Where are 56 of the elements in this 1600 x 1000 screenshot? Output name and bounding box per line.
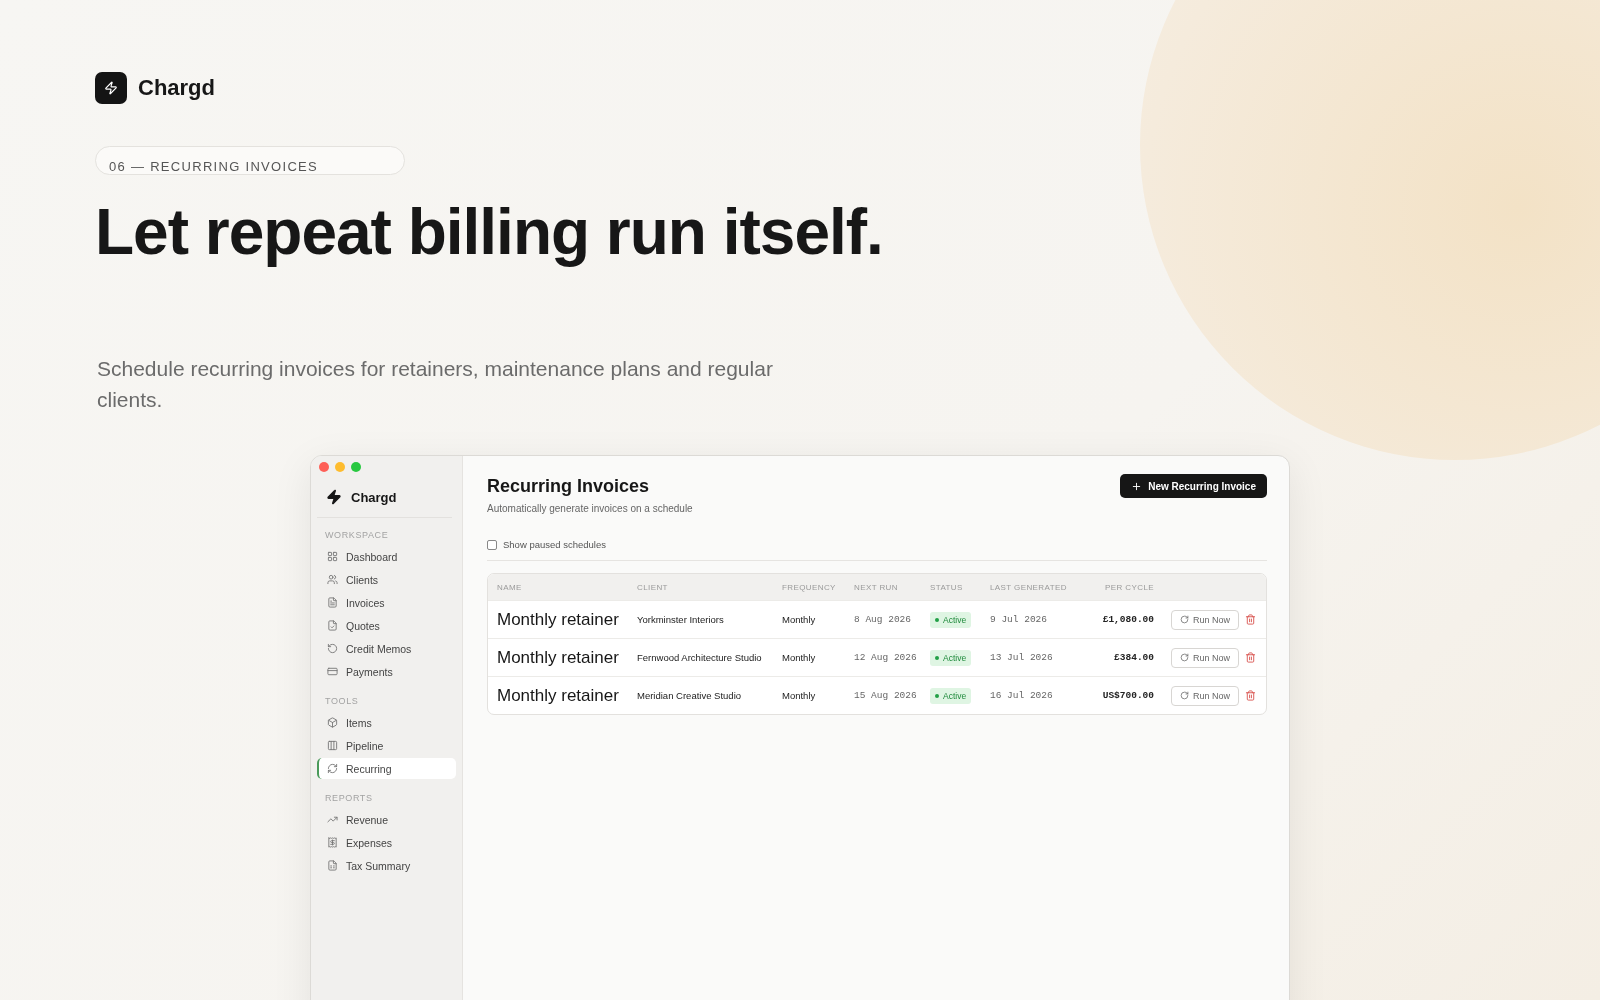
column-header: CLIENT bbox=[637, 582, 669, 592]
table-cell-text: 15 Aug 2026 bbox=[854, 690, 918, 702]
sidebar-item[interactable]: Pipeline bbox=[317, 735, 456, 757]
table-cell-text: Monthly retainer bbox=[497, 609, 620, 630]
run-now-button[interactable]: Run Now bbox=[1171, 685, 1239, 706]
sidebar-item[interactable]: Dashboard bbox=[317, 546, 456, 568]
column-header: FREQUENCY bbox=[782, 582, 837, 592]
column-header: LAST GENERATED bbox=[990, 582, 1068, 592]
sidebar-item[interactable]: Credit Memos bbox=[317, 638, 456, 660]
table-cell-text: Meridian Creative Studio bbox=[637, 690, 743, 702]
sidebar-item[interactable]: Tax Summary bbox=[317, 855, 456, 877]
status-badge: Active bbox=[930, 687, 972, 704]
paused-filter[interactable]: Show paused schedules bbox=[487, 539, 1267, 562]
table-cell-text: Monthly retainer bbox=[497, 647, 620, 668]
section-title: REPORTS bbox=[324, 792, 374, 806]
run-now-button[interactable]: Run Now bbox=[1171, 647, 1239, 668]
table-cell-text: 13 Jul 2026 bbox=[990, 652, 1054, 664]
section-title: WORKSPACE bbox=[324, 529, 390, 543]
table-cell-text: 12 Aug 2026 bbox=[854, 652, 918, 664]
column-header: NEXT RUN bbox=[854, 582, 899, 592]
table-cell-text: £384.00 bbox=[1113, 652, 1154, 664]
table-cell-text: Monthly bbox=[782, 614, 817, 626]
table-cell-text: 16 Jul 2026 bbox=[990, 690, 1054, 702]
brand-name: Chargd bbox=[138, 75, 215, 101]
column-header: PER CYCLE bbox=[1104, 582, 1154, 592]
table-cell-text: Yorkminster Interiors bbox=[637, 614, 725, 626]
column-header: NAME bbox=[497, 582, 523, 592]
sidebar-item[interactable]: Invoices bbox=[317, 592, 456, 614]
status-badge: Active bbox=[930, 611, 972, 628]
sidebar-item[interactable]: Payments bbox=[317, 661, 456, 683]
subtitle: Schedule recurring invoices for retainers, maintenance plans and regular clients. bbox=[97, 356, 774, 414]
sidebar-item[interactable]: Quotes bbox=[317, 615, 456, 637]
section-pill: 06 — RECURRING INVOICES bbox=[95, 146, 405, 175]
section-title: TOOLS bbox=[324, 695, 360, 709]
sidebar-item[interactable]: Revenue bbox=[317, 809, 456, 831]
sidebar-item[interactable]: Clients bbox=[317, 569, 456, 591]
table-cell-text: Monthly bbox=[782, 690, 817, 702]
table-cell-text: £1,080.00 bbox=[1101, 614, 1154, 626]
table-cell-text: 8 Aug 2026 bbox=[854, 614, 912, 626]
table-cell-text: Monthly bbox=[782, 652, 817, 664]
headline: Let repeat billing run itself. bbox=[95, 197, 883, 268]
page-subtitle: Automatically generate invoices on a schedule bbox=[487, 503, 693, 515]
table-cell-text: Monthly retainer bbox=[497, 685, 620, 706]
table-cell-text: 9 Jul 2026 bbox=[990, 614, 1048, 626]
sidebar-item[interactable]: Items bbox=[317, 712, 456, 734]
status-badge: Active bbox=[930, 649, 972, 666]
table-cell-text: US$700.00 bbox=[1101, 690, 1154, 702]
sidebar-brand: Chargd bbox=[351, 489, 397, 505]
table-cell-text: Fernwood Architecture Studio bbox=[637, 652, 763, 664]
column-header: STATUS bbox=[930, 582, 964, 592]
page-title: Recurring Invoices bbox=[487, 476, 651, 498]
checkbox-label: Show paused schedules bbox=[503, 539, 606, 551]
sidebar-item[interactable]: Expenses bbox=[317, 832, 456, 854]
run-now-button[interactable]: Run Now bbox=[1171, 609, 1239, 630]
sidebar-item[interactable]: Recurring bbox=[317, 758, 456, 780]
new-recurring-invoice-button[interactable]: New Recurring Invoice bbox=[1120, 474, 1267, 499]
